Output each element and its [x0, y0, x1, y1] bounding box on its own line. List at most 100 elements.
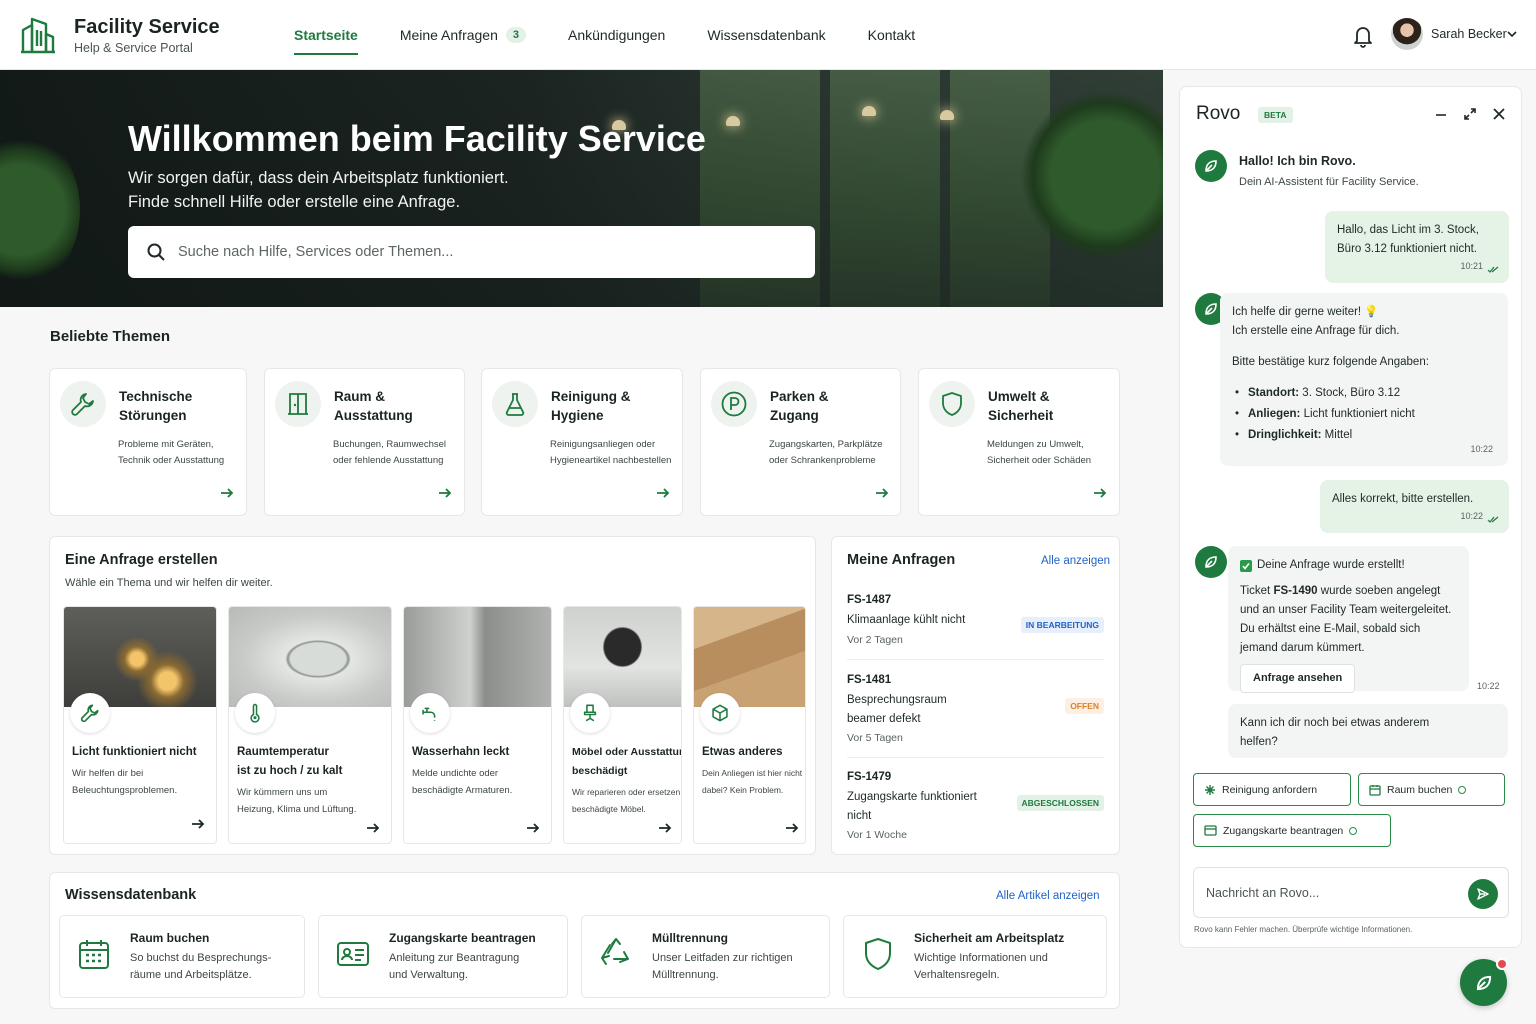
kb-card-raum-buchen[interactable]: Raum buchen So buchst du Besprechungs-rä… — [59, 915, 305, 998]
search-input[interactable] — [178, 226, 798, 278]
close-icon[interactable] — [1492, 107, 1506, 121]
service-title: Licht funktioniert nicht — [72, 743, 212, 762]
search-bar[interactable] — [128, 226, 815, 278]
nav-wissensdatenbank[interactable]: Wissensdatenbank — [707, 0, 825, 70]
requests-count-badge: 3 — [505, 27, 527, 43]
topic-desc-line: Meldungen zu Umwelt, — [987, 439, 1084, 450]
thermometer-icon — [250, 703, 260, 723]
kb-card-sicherheit[interactable]: Sicherheit am Arbeitsplatz Wichtige Info… — [843, 915, 1107, 998]
hero-subtitle-line: Wir sorgen dafür, dass dein Arbeitsplatz… — [128, 169, 509, 187]
request-title-line: Klimaanlage kühlt nicht — [847, 614, 966, 626]
chevron-down-icon[interactable] — [1507, 30, 1517, 38]
chip-label: Zugangskarte beantragen — [1223, 824, 1344, 837]
service-desc-line: Wir helfen dir bei — [72, 768, 144, 779]
building-logo-icon[interactable] — [20, 16, 56, 54]
nav-startseite[interactable]: Startseite — [294, 0, 358, 70]
kb-description: Wichtige Informationen und Verhaltensrege… — [914, 950, 1084, 984]
chair-icon — [583, 704, 597, 722]
service-card-etwas-anderes[interactable]: Etwas anderes Dein Anliegen ist hier nic… — [693, 606, 806, 844]
service-card-moebel[interactable]: Möbel oder Ausstattung beschädigt Wir rep… — [563, 606, 682, 844]
arrow-right-icon[interactable] — [220, 487, 234, 499]
kb-title: Zugangskarte beantragen — [389, 931, 536, 945]
hero-lamp — [862, 106, 876, 116]
arrow-right-icon[interactable] — [1093, 487, 1107, 499]
expand-icon[interactable] — [1463, 107, 1477, 121]
arrow-right-icon[interactable] — [785, 822, 799, 834]
kb-title: Sicherheit am Arbeitsplatz — [914, 931, 1065, 945]
cardboard-box-photo — [694, 607, 805, 707]
topic-description: Meldungen zu Umwelt, Sicherheit oder Schä… — [987, 437, 1127, 469]
bell-icon[interactable] — [1352, 24, 1374, 48]
sparkle-icon — [1205, 784, 1215, 795]
detail-label: Standort: — [1248, 387, 1300, 399]
arrow-right-icon[interactable] — [366, 822, 380, 834]
message-time: 10:21 — [1460, 261, 1483, 271]
arrow-right-icon[interactable] — [656, 487, 670, 499]
request-title: Klimaanlage kühlt nicht — [847, 611, 1007, 630]
topic-card-raum-ausstattung[interactable]: Raum & Ausstattung Buchungen, Raumwechsel… — [264, 368, 465, 516]
kb-card-zugangskarte[interactable]: Zugangskarte beantragen Anleitung zur Be… — [318, 915, 568, 998]
nav-label: Ankündigungen — [568, 27, 666, 43]
message-input[interactable] — [1206, 868, 1456, 917]
office-chair-photo — [564, 607, 681, 707]
create-request-subtitle: Wähle ein Thema und wir helfen dir weite… — [65, 577, 273, 589]
rovo-launcher-button[interactable] — [1460, 958, 1508, 1006]
faucet-photo — [404, 607, 551, 707]
topic-icon-wrap — [711, 381, 757, 427]
message-line: jemand darum kümmert. — [1240, 642, 1365, 654]
message-line: Ich helfe dir gerne weiter! 💡 — [1232, 306, 1379, 318]
nav-meine-anfragen[interactable]: Meine Anfragen 3 — [400, 0, 527, 70]
arrow-right-icon[interactable] — [191, 818, 205, 830]
wrench-icon — [71, 393, 94, 416]
arrow-right-icon[interactable] — [658, 822, 672, 834]
topic-desc-line: Reinigungsanliegen oder — [550, 439, 656, 450]
topic-card-reinigung-hygiene[interactable]: Reinigung & Hygiene Reinigungsanliegen od… — [481, 368, 683, 516]
detail-value: 3. Stock, Büro 3.12 — [1299, 387, 1401, 399]
arrow-right-icon[interactable] — [438, 487, 452, 499]
brand-title[interactable]: Facility Service — [74, 16, 220, 39]
leaf-icon — [1205, 303, 1217, 315]
hero-window — [830, 70, 940, 307]
message-text: wurde soeben angelegt — [1317, 585, 1441, 597]
kb-description: Unser Leitfaden zur richtigen Mülltrennun… — [652, 950, 822, 984]
kb-card-muelltrennung[interactable]: Mülltrennung Unser Leitfaden zur richtig… — [581, 915, 830, 998]
rovo-avatar — [1195, 546, 1227, 578]
view-request-button[interactable]: Anfrage ansehen — [1240, 664, 1356, 693]
chip-label: Raum buchen — [1387, 783, 1453, 796]
topic-card-umwelt-sicherheit[interactable]: Umwelt & Sicherheit Meldungen zu Umwelt, S… — [918, 368, 1120, 516]
hero-banner: Willkommen beim Facility Service Wir sor… — [0, 70, 1163, 307]
topic-card-technische-stoerungen[interactable]: Technische Störungen Probleme mit Geräten… — [49, 368, 247, 516]
quick-action-raum-buchen[interactable]: Raum buchen — [1358, 773, 1505, 806]
message-line: Ich erstelle eine Anfrage für dich. — [1232, 325, 1400, 337]
service-icon-wrap — [570, 693, 610, 733]
user-name[interactable]: Sarah Becker — [1431, 27, 1507, 41]
send-button[interactable] — [1468, 879, 1498, 909]
arrow-right-icon[interactable] — [526, 822, 540, 834]
service-icon-wrap — [410, 693, 450, 733]
calendar-icon — [79, 940, 109, 969]
quick-action-zugangskarte[interactable]: Zugangskarte beantragen — [1193, 814, 1391, 847]
topic-description: Zugangskarten, Parkplätze oder Schrankenp… — [769, 437, 909, 469]
service-icon-wrap — [700, 693, 740, 733]
topic-desc-line: oder Schrankenprobleme — [769, 455, 876, 466]
nav-ankuendigungen[interactable]: Ankündigungen — [568, 0, 665, 70]
view-all-requests-link[interactable]: Alle anzeigen — [1041, 555, 1110, 567]
view-all-articles-link[interactable]: Alle Artikel anzeigen — [996, 890, 1100, 902]
avatar[interactable] — [1391, 18, 1423, 50]
service-card-wasserhahn[interactable]: Wasserhahn leckt Melde undichte oder besc… — [403, 606, 552, 844]
service-title-line: Möbel oder Ausstattung — [572, 746, 682, 758]
minimize-icon[interactable] — [1434, 107, 1448, 121]
nav-kontakt[interactable]: Kontakt — [868, 0, 915, 70]
request-id: FS-1479 — [847, 771, 892, 783]
topic-title-line: Technische — [119, 389, 193, 404]
quick-action-reinigung[interactable]: Reinigung anfordern — [1193, 773, 1351, 806]
kb-desc-line: räume und Arbeitsplätze. — [130, 969, 252, 981]
service-title-line: ist zu hoch / zu kalt — [237, 765, 343, 777]
rovo-title: Rovo — [1196, 103, 1241, 124]
service-card-raumtemperatur[interactable]: Raumtemperatur ist zu hoch / zu kalt Wir … — [228, 606, 392, 844]
topic-card-parken-zugang[interactable]: Parken & Zugang Zugangskarten, Parkplätze… — [700, 368, 901, 516]
kb-desc-line: Verhaltensregeln. — [914, 969, 1000, 981]
arrow-right-icon[interactable] — [875, 487, 889, 499]
service-card-licht[interactable]: Licht funktioniert nicht Wir helfen dir … — [63, 606, 217, 844]
message-composer — [1193, 867, 1509, 918]
